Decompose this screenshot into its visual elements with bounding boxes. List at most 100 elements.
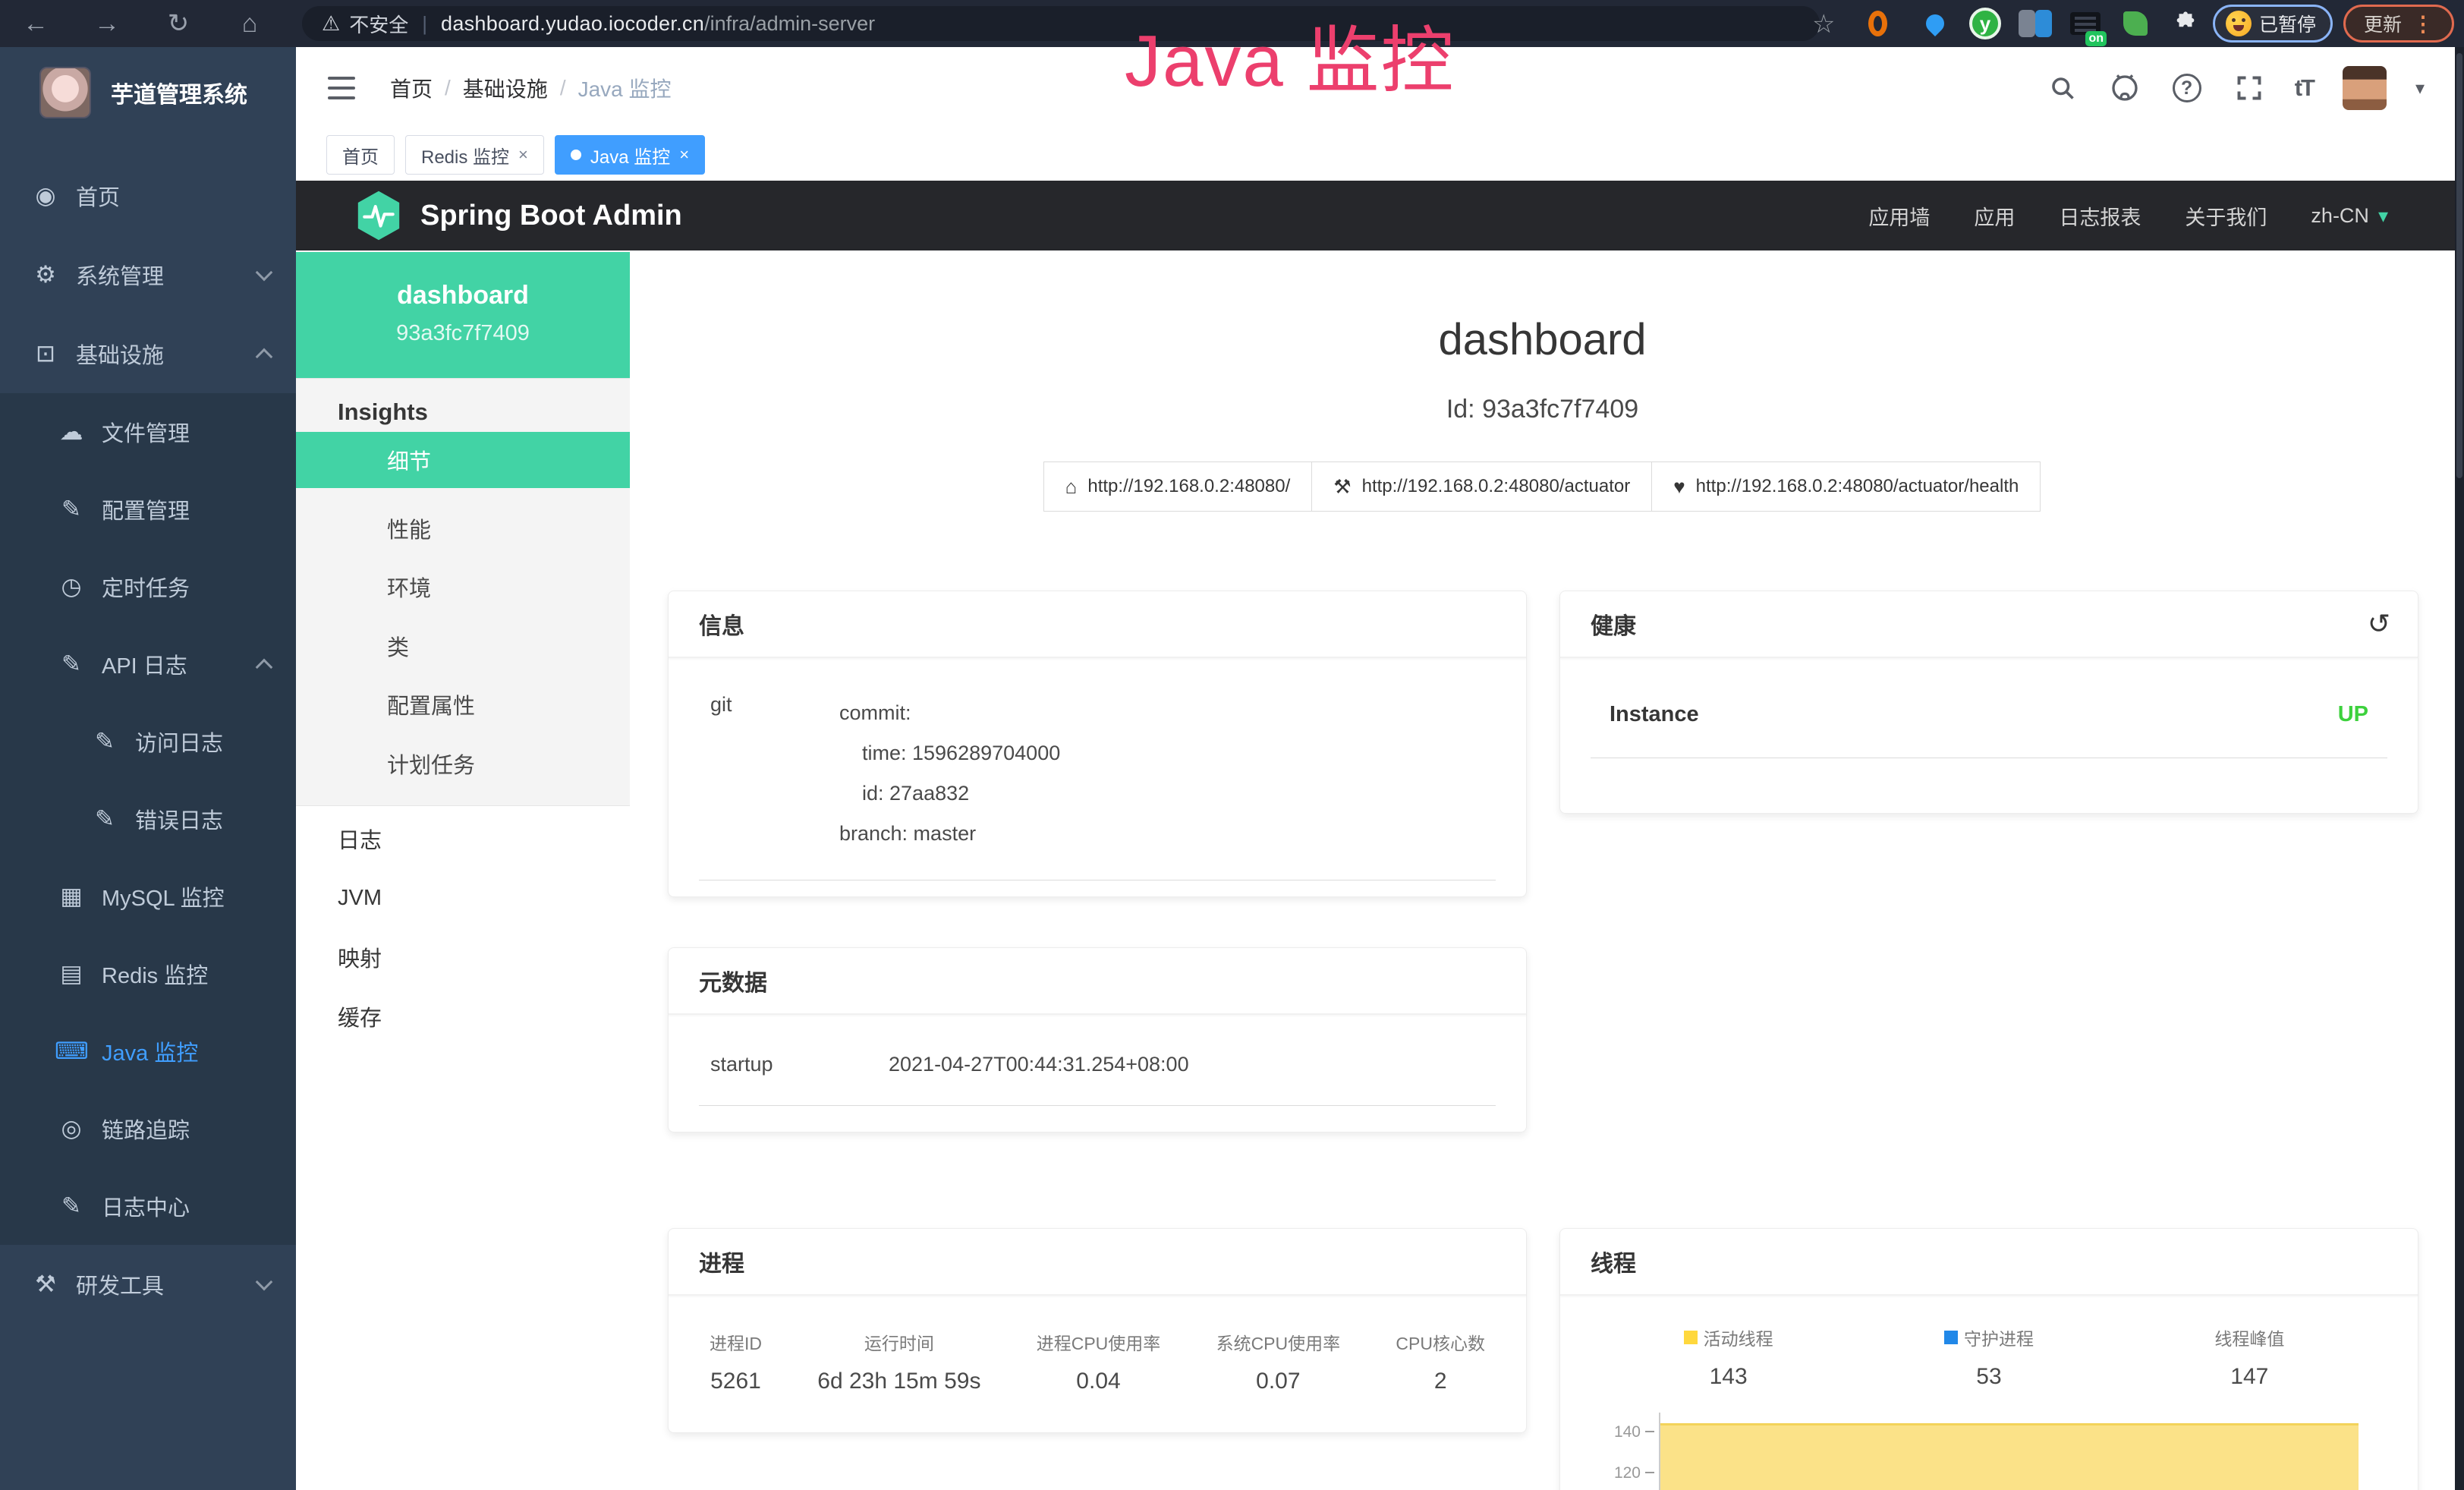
tab-home[interactable]: 首页: [326, 135, 395, 175]
sba-content: dashboard 93a3fc7f7409 Insights 细节 性能 环境…: [296, 250, 2455, 1490]
extension-icons: y on: [1868, 6, 2202, 41]
search-icon[interactable]: [2046, 71, 2079, 105]
sba-brand[interactable]: Spring Boot Admin: [355, 190, 682, 241]
status-badge: UP: [2338, 702, 2368, 727]
sidebar-item-home[interactable]: ◉ 首页: [0, 156, 296, 235]
page-instance-id: Id: 93a3fc7f7409: [630, 395, 2455, 424]
eye-icon: ◎: [55, 1115, 88, 1142]
app-sidebar: 芋道管理系统 ◉ 首页 ⚙ 系统管理 ⊡ 基础设施 ☁ 文件管理 ✎ 配置管理 …: [0, 47, 296, 1490]
stat-daemon-threads: 守护进程 53: [1858, 1325, 2119, 1390]
sidebar-item-scheduled-jobs[interactable]: ◷ 定时任务: [0, 548, 296, 625]
extension-list-icon[interactable]: on: [2069, 7, 2102, 40]
close-icon[interactable]: ×: [518, 145, 528, 165]
sba-nav-about[interactable]: 关于我们: [2185, 201, 2267, 231]
sidebar-item-java-monitor[interactable]: ⌨ Java 监控: [0, 1013, 296, 1090]
browser-reload-button[interactable]: ↻: [143, 8, 214, 39]
browser-profile-paused-badge[interactable]: 已暂停: [2213, 5, 2333, 43]
security-label[interactable]: 不安全: [349, 10, 408, 38]
health-card-title: 健康 ↺: [1560, 591, 2418, 658]
sidebar-item-infra[interactable]: ⊡ 基础设施: [0, 314, 296, 393]
monitor-icon: ⊡: [29, 340, 62, 367]
menu-item-mappings[interactable]: 映射: [296, 928, 630, 987]
extension-colorzilla-icon[interactable]: [1868, 7, 1902, 40]
help-icon[interactable]: ?: [2170, 71, 2204, 105]
menu-item-metrics[interactable]: 性能: [296, 500, 630, 556]
fullscreen-icon[interactable]: [2233, 71, 2266, 105]
app-logo-row: 芋道管理系统: [0, 47, 296, 118]
legend-live-threads-icon: [1684, 1331, 1698, 1344]
extension-y-icon[interactable]: y: [1968, 7, 2002, 40]
history-icon[interactable]: ↺: [2368, 608, 2390, 640]
sidebar-item-dev-tools[interactable]: ⚒ 研发工具: [0, 1245, 296, 1324]
browser-home-button[interactable]: ⌂: [214, 9, 285, 39]
url-host: dashboard.yudao.iocoder.cn: [441, 12, 704, 36]
actuator-url-button[interactable]: ⚒ http://192.168.0.2:48080/actuator: [1311, 461, 1652, 512]
sidebar-item-system[interactable]: ⚙ 系统管理: [0, 235, 296, 314]
info-card: 信息 git commit: time: 1596289704000 id: 2…: [668, 591, 1527, 897]
sidebar-item-tracing[interactable]: ◎ 链路追踪: [0, 1090, 296, 1167]
heartbeat-icon: ♥: [1673, 475, 1685, 499]
sidebar-item-mysql-monitor[interactable]: ▦ MySQL 监控: [0, 858, 296, 935]
live-threads-area: [1660, 1423, 2359, 1490]
stat-pid: 进程ID 5261: [710, 1329, 762, 1394]
menu-item-details[interactable]: 细节: [296, 432, 630, 488]
extensions-puzzle-icon[interactable]: [2169, 7, 2202, 40]
tag-tab-bar: 首页 Redis 监控 × Java 监控 ×: [296, 129, 2455, 181]
sba-nav-wallboard[interactable]: 应用墙: [1868, 201, 1930, 231]
sba-locale-select[interactable]: zh-CN ▾: [2311, 204, 2388, 228]
page-scrollbar[interactable]: [2455, 47, 2464, 1490]
menu-item-caches[interactable]: 缓存: [296, 987, 630, 1046]
health-url-button[interactable]: ♥ http://192.168.0.2:48080/actuator/heal…: [1651, 461, 2041, 512]
extension-pin-icon[interactable]: [1918, 7, 1952, 40]
extension-grid-icon[interactable]: [2019, 7, 2052, 40]
tab-java-monitor[interactable]: Java 监控 ×: [555, 135, 705, 175]
log-icon: ✎: [88, 728, 121, 755]
log-icon: ✎: [55, 1192, 88, 1220]
menu-item-classes[interactable]: 类: [296, 618, 630, 674]
sidebar-item-config[interactable]: ✎ 配置管理: [0, 471, 296, 548]
instance-header[interactable]: dashboard 93a3fc7f7409: [296, 252, 630, 378]
sidebar-item-files[interactable]: ☁ 文件管理: [0, 393, 296, 471]
sidebar-item-log-center[interactable]: ✎ 日志中心: [0, 1167, 296, 1245]
menu-item-scheduled-tasks[interactable]: 计划任务: [296, 736, 630, 792]
instance-url-button[interactable]: ⌂ http://192.168.0.2:48080/: [1043, 461, 1313, 512]
sidebar-item-error-logs[interactable]: ✎ 错误日志: [0, 780, 296, 858]
scrollbar-thumb[interactable]: [2456, 53, 2462, 478]
browser-update-button[interactable]: 更新 ⋮: [2343, 5, 2454, 43]
breadcrumb-infra[interactable]: 基础设施: [463, 73, 548, 103]
browser-forward-button[interactable]: →: [71, 9, 143, 39]
threads-card-title: 线程: [1560, 1229, 2418, 1296]
caret-down-icon: ▾: [2378, 204, 2388, 228]
menu-item-config-props[interactable]: 配置属性: [296, 676, 630, 732]
sba-nav-journal[interactable]: 日志报表: [2059, 201, 2141, 231]
menu-item-logs[interactable]: 日志: [296, 809, 630, 868]
log-icon: ✎: [55, 650, 88, 678]
menu-item-environment[interactable]: 环境: [296, 559, 630, 615]
edit-icon: ✎: [55, 496, 88, 523]
breadcrumb-home[interactable]: 首页: [390, 73, 433, 103]
info-card-title: 信息: [669, 591, 1526, 658]
sidebar-collapse-button[interactable]: [328, 77, 355, 99]
user-avatar[interactable]: [2343, 66, 2387, 110]
menu-item-jvm[interactable]: JVM: [296, 868, 630, 928]
info-row-git: git commit: time: 1596289704000 id: 27aa…: [699, 693, 1496, 880]
bookmark-star-icon[interactable]: ☆: [1812, 9, 1835, 39]
java-monitor-icon: ⌨: [55, 1038, 88, 1065]
browser-menu-icon[interactable]: ⋮: [2412, 11, 2434, 36]
close-icon[interactable]: ×: [679, 145, 689, 165]
instance-main: dashboard Id: 93a3fc7f7409 ⌂ http://192.…: [630, 250, 2455, 1490]
sidebar-item-redis-monitor[interactable]: ▤ Redis 监控: [0, 935, 296, 1013]
browser-back-button[interactable]: ←: [0, 9, 71, 39]
sba-nav-applications[interactable]: 应用: [1974, 201, 2015, 231]
github-icon[interactable]: [2108, 71, 2141, 105]
metadata-row-startup: startup 2021-04-27T00:44:31.254+08:00: [699, 1053, 1496, 1106]
address-bar[interactable]: ⚠ 不安全 | dashboard.yudao.iocoder.cn /infr…: [302, 6, 1820, 41]
font-size-icon[interactable]: tT: [2295, 74, 2314, 102]
user-menu-caret-icon[interactable]: ▾: [2415, 77, 2425, 99]
extension-leaf-icon[interactable]: [2119, 7, 2152, 40]
info-row-label: git: [699, 693, 839, 854]
sba-logo-icon: [355, 190, 402, 241]
tab-redis-monitor[interactable]: Redis 监控 ×: [405, 135, 544, 175]
sidebar-item-access-logs[interactable]: ✎ 访问日志: [0, 703, 296, 780]
sidebar-item-api-logs[interactable]: ✎ API 日志: [0, 625, 296, 703]
